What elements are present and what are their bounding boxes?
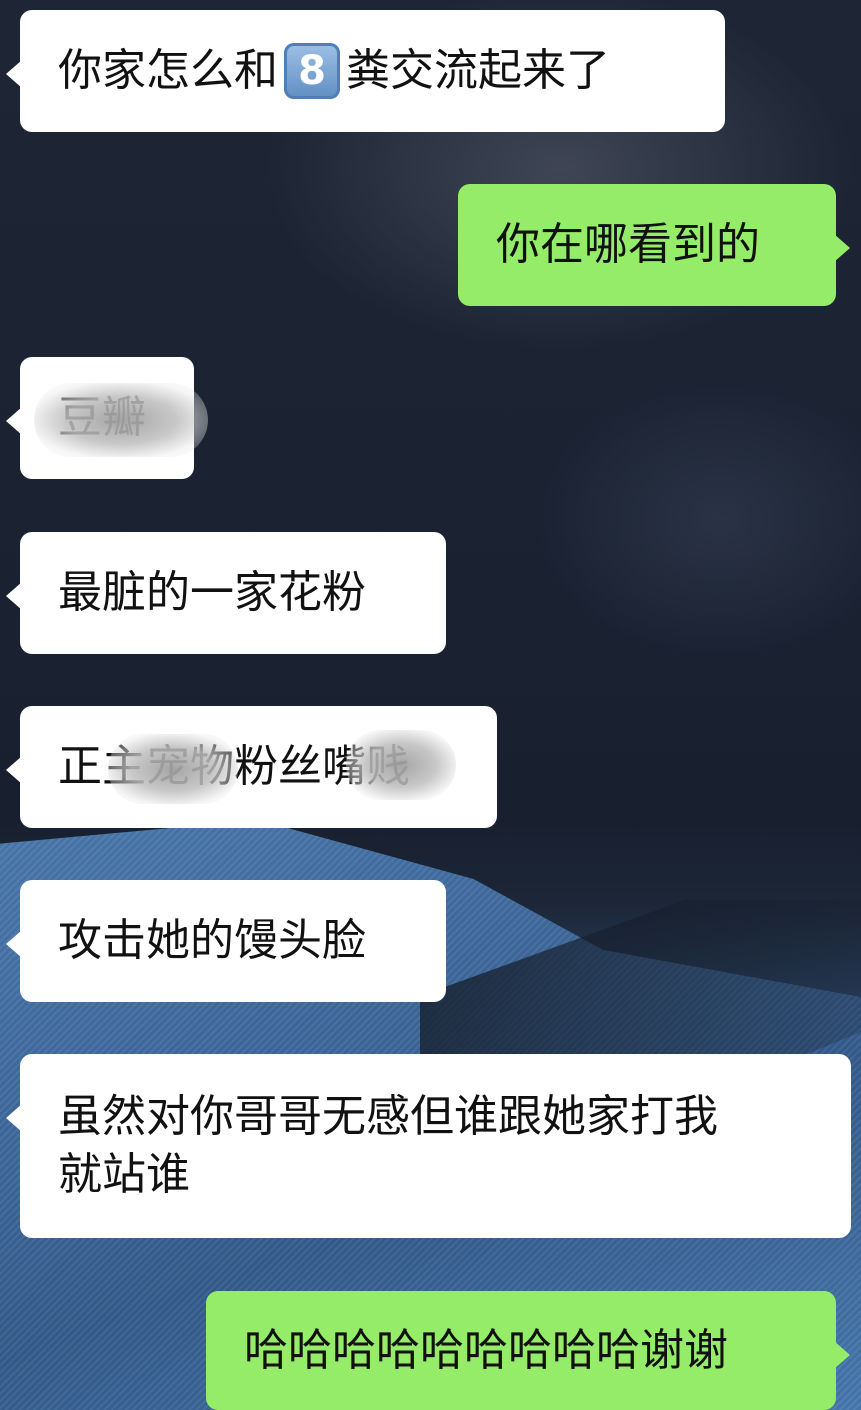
message-text-part: 你家怎么和 bbox=[58, 45, 278, 96]
message-text: 最脏的一家花粉 bbox=[58, 567, 366, 618]
keycap-digit-eight-emoji: 8 bbox=[284, 43, 340, 99]
message-bubble-incoming[interactable]: 正主宠物粉丝嘴贱 bbox=[6, 706, 497, 828]
message-bubble-incoming[interactable]: 攻击她的馒头脸 bbox=[6, 880, 446, 1002]
redaction-blur bbox=[346, 730, 456, 800]
message-text: 哈哈哈哈哈哈哈哈哈谢谢 bbox=[244, 1324, 728, 1376]
message-bubble-incoming[interactable]: 最脏的一家花粉 bbox=[6, 532, 446, 654]
message-bubble-incoming[interactable]: 豆瓣 bbox=[6, 357, 208, 479]
redaction-blur bbox=[108, 734, 238, 804]
message-text-part: 粪交流起来了 bbox=[346, 45, 610, 96]
message-text-line: 就站谁 bbox=[58, 1149, 190, 1200]
message-bubble-incoming[interactable]: 虽然对你哥哥无感但谁跟她家打我 就站谁 bbox=[6, 1054, 851, 1238]
message-bubble-outgoing[interactable]: 哈哈哈哈哈哈哈哈哈谢谢 bbox=[206, 1291, 850, 1410]
redaction-blur bbox=[34, 383, 208, 457]
message-bubble-outgoing[interactable]: 你在哪看到的 bbox=[458, 184, 850, 306]
message-text: 你在哪看到的 bbox=[496, 219, 760, 270]
message-text-line: 虽然对你哥哥无感但谁跟她家打我 bbox=[58, 1091, 718, 1142]
message-text: 攻击她的馒头脸 bbox=[58, 915, 366, 966]
message-bubble-incoming[interactable]: 你家怎么和 8 粪交流起来了 bbox=[6, 10, 725, 132]
